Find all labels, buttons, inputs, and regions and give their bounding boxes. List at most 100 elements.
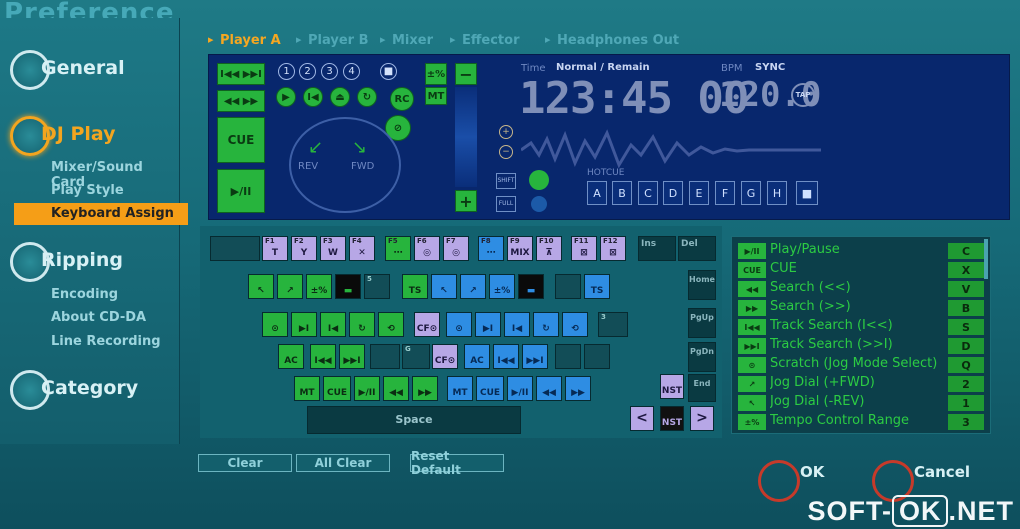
hotcue-number-1[interactable]: 1 [278, 63, 295, 80]
hotcue-g[interactable]: G [741, 181, 761, 205]
tap-button[interactable]: TAP [791, 83, 815, 107]
key-p[interactable]: ↻ [533, 312, 559, 337]
tab-headphones-out[interactable]: Headphones Out [545, 33, 679, 48]
key-comma[interactable]: ▶/II [507, 376, 533, 401]
key-minus[interactable] [555, 274, 581, 299]
key-o[interactable]: I◀ [504, 312, 530, 337]
key-q[interactable]: ⊙ [262, 312, 288, 337]
assignment-list[interactable]: ▶/II Play/Pause C CUE CUE X ◀◀ Search (<<) V ▶… [731, 236, 991, 434]
list-item[interactable]: ±% Tempo Control Range 3 [736, 413, 988, 431]
key-t[interactable]: ⟲ [378, 312, 404, 337]
key-f10[interactable]: F10 ⊼ [536, 236, 562, 261]
play-pause-button[interactable]: ▶/II [217, 169, 265, 213]
shift-button[interactable]: SHIFT [496, 173, 516, 189]
key-f11[interactable]: F11 ⊠ [571, 236, 597, 261]
hotcue-f[interactable]: F [715, 181, 735, 205]
sidebar-item-play-style[interactable]: Play Style [51, 183, 124, 198]
key-f[interactable] [370, 344, 400, 369]
key-a[interactable]: AC [278, 344, 304, 369]
pitch-plus-button[interactable]: + [455, 190, 477, 212]
tab-effector[interactable]: Effector [450, 33, 520, 48]
key-f3[interactable]: F3 W [320, 236, 346, 261]
master-tempo-button[interactable]: MT [425, 87, 447, 105]
key-k[interactable]: I◀◀ [493, 344, 519, 369]
key-g[interactable]: G [402, 344, 430, 369]
pitch-slider[interactable] [455, 87, 477, 187]
loop-icon[interactable]: ↻ [357, 87, 377, 107]
list-item[interactable]: I◀◀ Track Search (I<<) S [736, 318, 988, 336]
full-button[interactable]: FULL [496, 196, 516, 212]
sidebar-item-line-recording[interactable]: Line Recording [51, 334, 161, 349]
eject-icon[interactable]: ⏏ [330, 87, 350, 107]
list-item[interactable]: ↗ Jog Dial (+FWD) 2 [736, 375, 988, 393]
category-ripping[interactable]: Ripping [8, 240, 178, 286]
key-5[interactable]: 5 [364, 274, 390, 299]
key-y[interactable]: CF⊙ [414, 312, 440, 337]
hotcue-e[interactable]: E [689, 181, 709, 205]
stop-button[interactable]: ■ [380, 63, 397, 80]
key-f8[interactable]: F8 ⋯ [478, 236, 504, 261]
list-item[interactable]: ⊙ Scratch (Jog Mode Select) Q [736, 356, 988, 374]
sidebar-item-encoding[interactable]: Encoding [51, 287, 118, 302]
cancel-button[interactable]: Cancel [914, 463, 970, 481]
key-1[interactable]: ↖ [248, 274, 274, 299]
sync-toggle[interactable]: SYNC [755, 62, 785, 73]
time-mode-toggle[interactable]: Normal / Remain [556, 62, 650, 73]
category-category[interactable]: Category [8, 368, 178, 414]
key-b[interactable]: ▶▶ [412, 376, 438, 401]
key-9[interactable]: ±% [489, 274, 515, 299]
list-item[interactable]: ◀◀ Search (<<) V [736, 280, 988, 298]
hotcue-record-button[interactable]: ■ [796, 181, 818, 205]
key-f12[interactable]: F12 ⊠ [600, 236, 626, 261]
key-v[interactable]: ◀◀ [383, 376, 409, 401]
key-4[interactable]: ▬ [335, 274, 361, 299]
prev-icon[interactable]: I◀ [303, 87, 323, 107]
key-f2[interactable]: F2 Y [291, 236, 317, 261]
tab-mixer[interactable]: Mixer [380, 33, 433, 48]
key-s[interactable]: I◀◀ [310, 344, 336, 369]
key-space[interactable]: Space [307, 406, 521, 434]
key-equals[interactable]: TS [584, 274, 610, 299]
key-f6[interactable]: F6 ◎ [414, 236, 440, 261]
key-end[interactable]: End [688, 374, 716, 402]
key-left[interactable]: < [630, 406, 654, 431]
track-skip-button[interactable]: I◀◀ ▶▶I [217, 63, 265, 85]
list-item[interactable]: ▶▶I Track Search (>>I) D [736, 337, 988, 355]
key-pgup[interactable]: PgUp [688, 308, 716, 338]
key-quote[interactable] [584, 344, 610, 369]
key-f1[interactable]: F1 T [262, 236, 288, 261]
hotcue-a[interactable]: A [587, 181, 607, 205]
key-e[interactable]: I◀ [320, 312, 346, 337]
key-nst-up[interactable]: NST [660, 374, 684, 399]
key-h[interactable]: CF⊙ [432, 344, 458, 369]
key-c[interactable]: ▶/II [354, 376, 380, 401]
key-esc[interactable] [210, 236, 260, 261]
key-m[interactable]: CUE [476, 376, 504, 401]
hotcue-b[interactable]: B [612, 181, 632, 205]
key-f7[interactable]: F7 ◎ [443, 236, 469, 261]
key-j[interactable]: AC [464, 344, 490, 369]
key-f9[interactable]: F9 MIX [507, 236, 533, 261]
key-8[interactable]: ↗ [460, 274, 486, 299]
key-f4[interactable]: F4 ✕ [349, 236, 375, 261]
key-6[interactable]: TS [402, 274, 428, 299]
search-button[interactable]: ◀◀ ▶▶ [217, 90, 265, 112]
list-item[interactable]: CUE CUE X [736, 261, 988, 279]
cue-button[interactable]: CUE [217, 117, 265, 163]
tab-player-b[interactable]: Player B [296, 33, 369, 48]
key-z[interactable]: MT [294, 376, 320, 401]
key-u[interactable]: ⊙ [446, 312, 472, 337]
key-right[interactable]: > [690, 406, 714, 431]
key-slash[interactable]: ▶▶ [565, 376, 591, 401]
category-general[interactable]: General [8, 48, 178, 94]
list-item[interactable]: ↖ Jog Dial (-REV) 1 [736, 394, 988, 412]
key-x[interactable]: CUE [323, 376, 351, 401]
key-3[interactable]: ±% [306, 274, 332, 299]
key-d[interactable]: ▶▶I [339, 344, 365, 369]
hotcue-number-3[interactable]: 3 [321, 63, 338, 80]
key-pgdn[interactable]: PgDn [688, 342, 716, 372]
list-item[interactable]: ▶/II Play/Pause C [736, 242, 988, 260]
zoom-out-icon[interactable]: − [499, 145, 513, 159]
category-djplay[interactable]: DJ Play [8, 114, 178, 160]
key-i[interactable]: ▶I [475, 312, 501, 337]
